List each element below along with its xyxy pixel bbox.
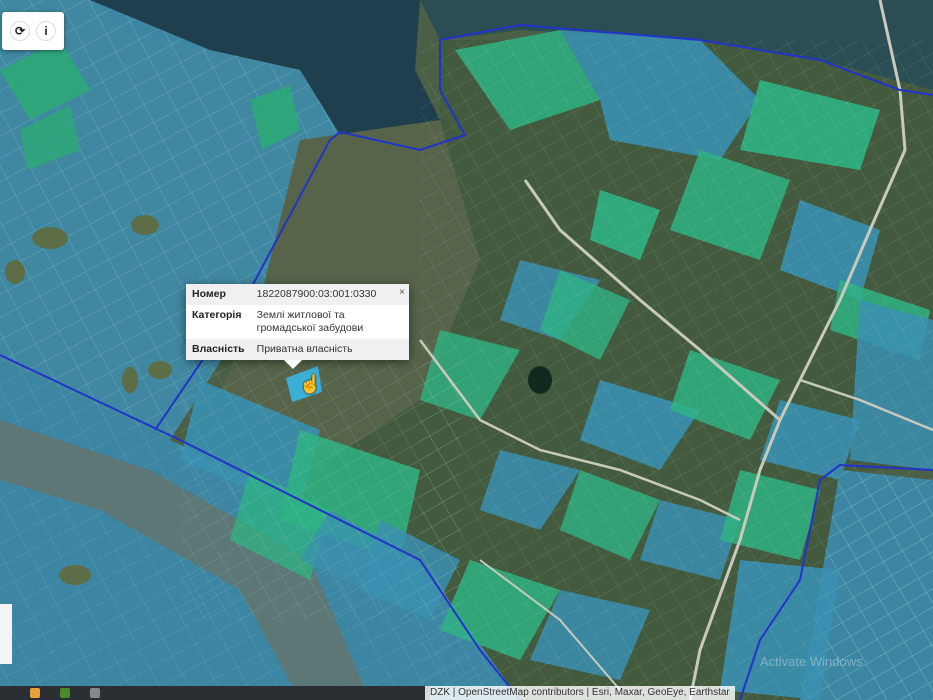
map-attribution: DZK | OpenStreetMap contributors | Esri,… [425,686,735,700]
info-icon[interactable]: i [36,21,56,41]
pointer-cursor-icon: ☝ [299,374,322,394]
attribute-label: Категорія [192,309,242,321]
table-row: Власність Приватна власність [186,339,409,360]
refresh-icon[interactable]: ⟳ [10,21,30,41]
map-canvas[interactable] [0,0,933,700]
attribute-value: 1822087900:03:001:0330 [250,284,409,305]
close-icon[interactable]: × [399,287,405,298]
attribute-label: Власність [186,339,251,360]
taskbar-app-icon[interactable] [90,688,100,698]
taskbar-app-icon[interactable] [60,688,70,698]
table-row: Номер 1822087900:03:001:0330 [186,284,409,305]
table-row: Категорія Землі житлової та громадської … [186,305,409,339]
map-toolbar: ⟳ i [2,12,64,50]
parcel-info-popup: × Номер 1822087900:03:001:0330 Категорія… [186,284,409,369]
os-watermark: Activate Windows [760,654,863,669]
attribute-value: Приватна власність [250,339,409,360]
attribute-label: Номер [186,284,251,305]
attribute-value: Землі житлової та громадської забудови [256,309,364,334]
taskbar-app-icon[interactable] [30,688,40,698]
taskbar [0,686,430,700]
parcel-attributes-table: Номер 1822087900:03:001:0330 Категорія З… [186,284,409,360]
side-panel-edge [0,604,12,664]
